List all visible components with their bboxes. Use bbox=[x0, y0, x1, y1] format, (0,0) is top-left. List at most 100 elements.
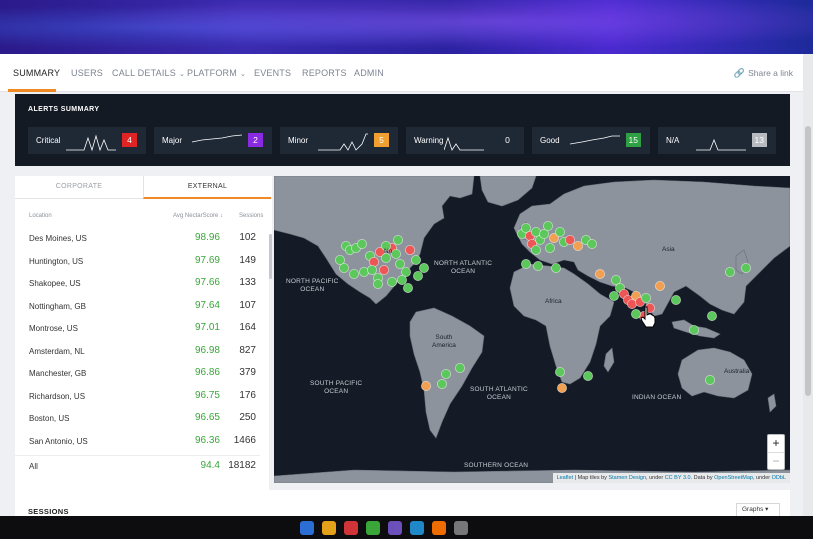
table-row[interactable]: Boston, US 96.65 250 bbox=[15, 408, 260, 430]
tab-corporate[interactable]: CORPORATE bbox=[15, 176, 143, 199]
taskbar-app-icon[interactable] bbox=[388, 521, 402, 535]
location-marker[interactable] bbox=[640, 293, 651, 304]
location-marker[interactable] bbox=[556, 382, 567, 393]
location-marker[interactable] bbox=[379, 265, 390, 276]
table-row[interactable]: Des Moines, US 98.96 102 bbox=[15, 228, 260, 250]
location-marker[interactable] bbox=[550, 263, 561, 274]
taskbar-app-icon[interactable] bbox=[432, 521, 446, 535]
location-marker[interactable] bbox=[586, 239, 597, 250]
leaflet-link[interactable]: Leaflet bbox=[557, 475, 574, 481]
location-marker[interactable] bbox=[393, 235, 404, 246]
location-marker[interactable] bbox=[412, 271, 423, 282]
graphs-view-select[interactable]: Graphs ▾ bbox=[736, 503, 780, 517]
table-scroll-thumb[interactable] bbox=[269, 234, 272, 279]
location-marker[interactable] bbox=[520, 259, 531, 270]
stamen-link[interactable]: Stamen Design bbox=[608, 475, 646, 481]
location-marker[interactable] bbox=[420, 380, 431, 391]
location-marker[interactable] bbox=[572, 241, 583, 252]
location-marker[interactable] bbox=[594, 269, 605, 280]
location-marker[interactable] bbox=[532, 261, 543, 272]
location-marker[interactable] bbox=[608, 291, 619, 302]
alert-card-na[interactable]: N/A 13 bbox=[658, 127, 776, 154]
column-header-sessions[interactable]: Sessions bbox=[239, 213, 263, 219]
nav-reports[interactable]: REPORTS bbox=[302, 68, 347, 78]
table-row[interactable]: Nottingham, GB 97.64 107 bbox=[15, 296, 260, 318]
location-marker[interactable] bbox=[335, 255, 346, 266]
location-marker[interactable] bbox=[740, 263, 751, 274]
nav-platform[interactable]: PLATFORM ⌄ bbox=[187, 68, 246, 78]
table-row[interactable]: Richardson, US 96.75 176 bbox=[15, 386, 260, 408]
location-marker[interactable] bbox=[670, 295, 681, 306]
location-marker[interactable] bbox=[554, 366, 565, 377]
alert-card-critical[interactable]: Critical 4 bbox=[28, 127, 146, 154]
taskbar-app-icon[interactable] bbox=[454, 521, 468, 535]
alert-card-warning[interactable]: Warning 0 bbox=[406, 127, 524, 154]
cc-link[interactable]: CC BY 3.0 bbox=[665, 475, 691, 481]
location-marker[interactable] bbox=[582, 370, 593, 381]
world-map[interactable]: NORTH ATLANTIC OCEAN NORTH PACIFIC OCEAN… bbox=[274, 176, 790, 483]
taskbar-app-icon[interactable] bbox=[300, 521, 314, 535]
location-marker[interactable] bbox=[373, 279, 384, 290]
column-header-score[interactable]: Avg NectarScore ↓ bbox=[173, 213, 223, 219]
location-marker[interactable] bbox=[410, 255, 421, 266]
table-row[interactable]: Huntington, US 97.69 149 bbox=[15, 251, 260, 273]
continent-label-south-america: South America bbox=[432, 334, 456, 349]
nav-admin[interactable]: ADMIN bbox=[354, 68, 384, 78]
osm-link[interactable]: OpenStreetMap bbox=[714, 475, 753, 481]
location-marker[interactable] bbox=[554, 227, 565, 238]
location-marker[interactable] bbox=[349, 269, 360, 280]
location-marker[interactable] bbox=[688, 324, 699, 335]
nav-users[interactable]: USERS bbox=[71, 68, 103, 78]
nav-summary[interactable]: SUMMARY bbox=[13, 68, 60, 78]
score-cell: 97.66 bbox=[194, 277, 220, 288]
table-row[interactable]: San Antonio, US 96.36 1466 bbox=[15, 431, 260, 453]
location-marker[interactable] bbox=[387, 277, 398, 288]
location-marker[interactable] bbox=[436, 378, 447, 389]
alert-card-major[interactable]: Major 2 bbox=[154, 127, 272, 154]
location-marker[interactable] bbox=[397, 275, 408, 286]
column-header-location[interactable]: Location bbox=[29, 213, 52, 219]
location-marker[interactable] bbox=[367, 265, 378, 276]
table-row[interactable]: Amsterdam, NL 96.98 827 bbox=[15, 341, 260, 363]
page-scrollbar[interactable] bbox=[803, 54, 813, 524]
location-marker[interactable] bbox=[704, 374, 715, 385]
location-cell: Huntington, US bbox=[29, 256, 84, 266]
total-score-cell: 94.4 bbox=[200, 460, 220, 471]
location-marker[interactable] bbox=[530, 245, 541, 256]
location-marker[interactable] bbox=[654, 281, 665, 292]
nav-events[interactable]: EVENTS bbox=[254, 68, 291, 78]
location-marker[interactable] bbox=[391, 249, 402, 260]
table-scrollbar[interactable] bbox=[269, 234, 272, 504]
location-marker[interactable] bbox=[724, 267, 735, 278]
tab-external[interactable]: EXTERNAL bbox=[143, 176, 271, 199]
location-marker[interactable] bbox=[404, 245, 415, 256]
page-scroll-thumb[interactable] bbox=[805, 126, 811, 396]
zoom-out-button[interactable]: − bbox=[768, 452, 784, 469]
taskbar-app-icon[interactable] bbox=[410, 521, 424, 535]
location-marker[interactable] bbox=[542, 221, 553, 232]
zoom-in-button[interactable]: + bbox=[768, 435, 784, 452]
taskbar-app-icon[interactable] bbox=[322, 521, 336, 535]
location-marker[interactable] bbox=[402, 283, 413, 294]
location-marker[interactable] bbox=[357, 239, 368, 250]
alert-sparkline bbox=[444, 136, 484, 151]
taskbar-app-icon[interactable] bbox=[366, 521, 380, 535]
location-marker[interactable] bbox=[418, 263, 429, 274]
active-tab-indicator bbox=[8, 89, 56, 92]
table-row[interactable]: Shakopee, US 97.66 133 bbox=[15, 273, 260, 295]
table-row[interactable]: Montrose, US 97.01 164 bbox=[15, 318, 260, 340]
location-marker[interactable] bbox=[454, 362, 465, 373]
table-row[interactable]: Manchester, GB 96.86 379 bbox=[15, 363, 260, 385]
location-marker[interactable] bbox=[706, 310, 717, 321]
location-marker[interactable] bbox=[395, 259, 406, 270]
ocean-label-south-pacific: SOUTH PACIFIC OCEAN bbox=[310, 380, 363, 395]
alert-card-good[interactable]: Good 15 bbox=[532, 127, 650, 154]
location-marker[interactable] bbox=[544, 243, 555, 254]
alert-card-minor[interactable]: Minor 5 bbox=[280, 127, 398, 154]
nav-call-details[interactable]: CALL DETAILS ⌄ bbox=[112, 68, 185, 78]
location-marker[interactable] bbox=[564, 235, 575, 246]
location-marker[interactable] bbox=[440, 368, 451, 379]
odbl-link[interactable]: ODbL bbox=[772, 475, 786, 481]
share-link-button[interactable]: 🔗 Share a link bbox=[734, 68, 793, 79]
taskbar-app-icon[interactable] bbox=[344, 521, 358, 535]
